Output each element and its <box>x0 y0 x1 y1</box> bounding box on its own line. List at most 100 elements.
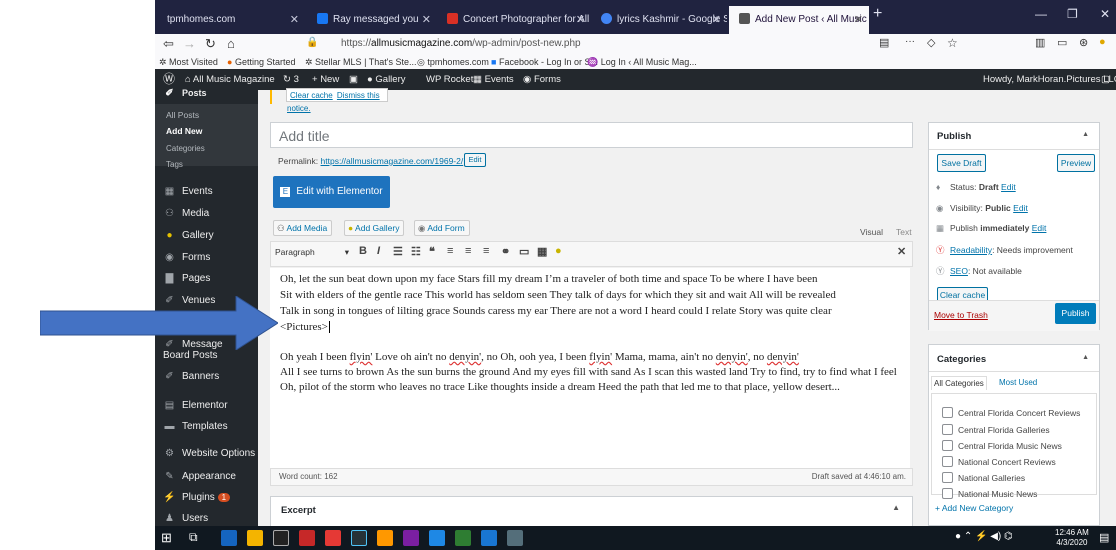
italic-icon[interactable]: I <box>377 245 380 257</box>
seo-link[interactable]: SEO <box>950 266 968 276</box>
toolbar-toggle-icon[interactable]: ▦ <box>537 245 547 258</box>
numbered-list-icon[interactable]: ☷ <box>411 245 421 258</box>
submenu-categories[interactable]: Categories <box>166 144 205 153</box>
new-content-link[interactable]: + New <box>312 69 339 90</box>
taskbar-app-icon[interactable] <box>221 530 237 546</box>
sidebar-item-appearance[interactable]: ✎ Appearance <box>163 471 236 482</box>
close-icon[interactable]: ✕ <box>422 6 431 34</box>
fullscreen-icon[interactable]: ✕ <box>897 245 906 258</box>
notice-clear-cache-link[interactable]: Clear cache <box>290 91 333 100</box>
sidebar-item-banners[interactable]: ✐ Banners <box>163 371 219 382</box>
site-name-link[interactable]: ⌂ All Music Magazine <box>185 69 275 90</box>
read-more-icon[interactable]: ▭ <box>519 245 529 258</box>
submenu-add-new[interactable]: Add New <box>166 126 202 136</box>
taskbar-app-icon[interactable] <box>403 530 419 546</box>
browser-tab-4[interactable]: lyrics Kashmir - Google Search✕ <box>591 6 727 34</box>
chevron-up-icon[interactable]: ▲ <box>1082 354 1089 361</box>
extension-icon[interactable]: ● <box>1099 36 1106 48</box>
edit-with-elementor-button[interactable]: E Edit with Elementor <box>273 176 390 208</box>
library-icon[interactable]: ▥ <box>1035 36 1045 49</box>
bookmark-facebook[interactable]: ■ Facebook - Log In or S... <box>491 55 598 69</box>
status-edit-link[interactable]: Edit <box>1001 182 1016 192</box>
tab-visual[interactable]: Visual <box>860 227 883 237</box>
blockquote-icon[interactable]: ❝ <box>429 245 435 258</box>
readability-link[interactable]: Readability <box>950 245 992 255</box>
bookmark-allmusic[interactable]: ♒ Log In ‹ All Music Mag... <box>587 55 697 69</box>
sidebar-item-gallery[interactable]: ● Gallery <box>163 230 213 241</box>
category-item[interactable]: Central Florida Concert Reviews <box>942 407 1080 418</box>
sidebar-item-pages[interactable]: ▇ Pages <box>163 273 211 284</box>
category-item[interactable]: Central Florida Galleries <box>942 424 1050 435</box>
sidebar-item-plugins[interactable]: ⚡ Plugins 1 <box>163 492 231 503</box>
post-content-editor[interactable]: Oh, let the sun beat down upon my face S… <box>270 268 910 468</box>
wordpress-logo-icon[interactable]: Ⓦ <box>163 69 175 90</box>
schedule-edit-link[interactable]: Edit <box>1032 223 1047 233</box>
visibility-edit-link[interactable]: Edit <box>1013 203 1028 213</box>
url-bar[interactable]: 🔒 https://allmusicmagazine.com/wp-admin/… <box>303 35 923 53</box>
category-item[interactable]: Central Florida Music News <box>942 440 1062 451</box>
bullet-list-icon[interactable]: ☰ <box>393 245 403 258</box>
gallery-link[interactable]: ● Gallery <box>367 69 405 90</box>
sidebar-item-users[interactable]: ♟ Users <box>163 513 208 524</box>
checkbox[interactable] <box>942 407 953 418</box>
taskbar-app-icon[interactable] <box>429 530 445 546</box>
sidebar-item-events[interactable]: ▦ Events <box>163 186 213 197</box>
browser-tab-1[interactable]: tpmhomes.com ✕ <box>157 6 305 34</box>
new-tab-icon[interactable]: + <box>873 5 882 23</box>
taskbar-app-icon[interactable] <box>325 530 341 546</box>
windows-start-icon[interactable]: ⊞ <box>161 530 172 546</box>
browser-tab-2[interactable]: Ray messaged you ✕ <box>307 6 437 34</box>
home-icon[interactable]: ⌂ <box>227 36 235 51</box>
close-icon[interactable]: ✕ <box>854 6 863 34</box>
align-center-icon[interactable]: ≡ <box>465 245 471 257</box>
chevron-up-icon[interactable]: ▲ <box>1082 131 1089 138</box>
checkbox[interactable] <box>942 472 953 483</box>
notifications-icon[interactable]: ▤ <box>1099 531 1109 544</box>
close-icon[interactable]: ✕ <box>290 6 299 34</box>
browser-tab-3[interactable]: Concert Photographer for All M ✕ <box>437 6 591 34</box>
preview-button[interactable]: Preview <box>1057 154 1095 172</box>
task-view-icon[interactable]: ⧉ <box>189 530 198 545</box>
events-link[interactable]: ▦ Events <box>473 69 514 90</box>
close-icon[interactable]: ✕ <box>576 6 585 34</box>
align-right-icon[interactable]: ≡ <box>483 245 489 257</box>
wp-rocket-link[interactable]: WP Rocket <box>426 69 473 90</box>
link-icon[interactable]: ⚭ <box>501 245 510 258</box>
browser-tab-active[interactable]: Add New Post ‹ All Music Maga✕ <box>729 6 869 34</box>
permalink-link[interactable]: https://allmusicmagazine.com/1969-2/ <box>321 156 464 166</box>
taskbar-app-icon[interactable] <box>247 530 263 546</box>
sidebar-item-posts[interactable]: ✐ Posts <box>163 88 206 99</box>
checkbox[interactable] <box>942 440 953 451</box>
reader-icon[interactable]: ▤ <box>879 36 889 49</box>
move-to-trash-link[interactable]: Move to Trash <box>934 310 988 320</box>
sidebar-item-website-options[interactable]: ⚙ Website Options <box>163 448 255 459</box>
system-tray-icons[interactable]: ● ⌃ ⚡ ◀) ⌬ <box>955 531 1013 542</box>
chevron-up-icon[interactable]: ▲ <box>892 503 900 512</box>
sidebar-item-templates[interactable]: ▬ Templates <box>163 421 228 432</box>
checkbox[interactable] <box>942 488 953 499</box>
taskbar-app-icon[interactable] <box>351 530 367 546</box>
updates-link[interactable]: ↻ 3 <box>283 69 299 90</box>
bold-icon[interactable]: B <box>359 245 367 257</box>
add-form-button[interactable]: ◉ Add Form <box>414 220 470 236</box>
gallery-icon[interactable]: ● <box>555 245 562 257</box>
taskbar-app-icon[interactable] <box>455 530 471 546</box>
more-icon[interactable]: ··· <box>905 36 915 47</box>
reload-icon[interactable]: ↻ <box>205 36 216 52</box>
sidebar-item-elementor[interactable]: ▤ Elementor <box>163 400 228 411</box>
avatar[interactable]: ▢ <box>1101 69 1110 90</box>
sidebar-item-forms[interactable]: ◉ Forms <box>163 252 210 263</box>
publish-button[interactable]: Publish <box>1055 303 1096 324</box>
tab-text[interactable]: Text <box>896 227 912 237</box>
bookmark-tpmhomes[interactable]: ◎ tpmhomes.com <box>417 55 489 69</box>
submenu-all-posts[interactable]: All Posts <box>166 110 199 120</box>
minimize-icon[interactable]: — <box>1035 7 1047 21</box>
align-left-icon[interactable]: ≡ <box>447 245 453 257</box>
sidebar-icon[interactable]: ▭ <box>1057 36 1067 49</box>
forward-icon[interactable]: → <box>183 36 196 51</box>
yoast-icon[interactable]: ▣ <box>349 69 358 90</box>
extension-icon[interactable]: ⊛ <box>1079 36 1088 49</box>
add-media-button[interactable]: ⚇ Add Media <box>273 220 333 236</box>
category-item[interactable]: National Concert Reviews <box>942 456 1056 467</box>
add-gallery-button[interactable]: ● Add Gallery <box>344 220 405 236</box>
